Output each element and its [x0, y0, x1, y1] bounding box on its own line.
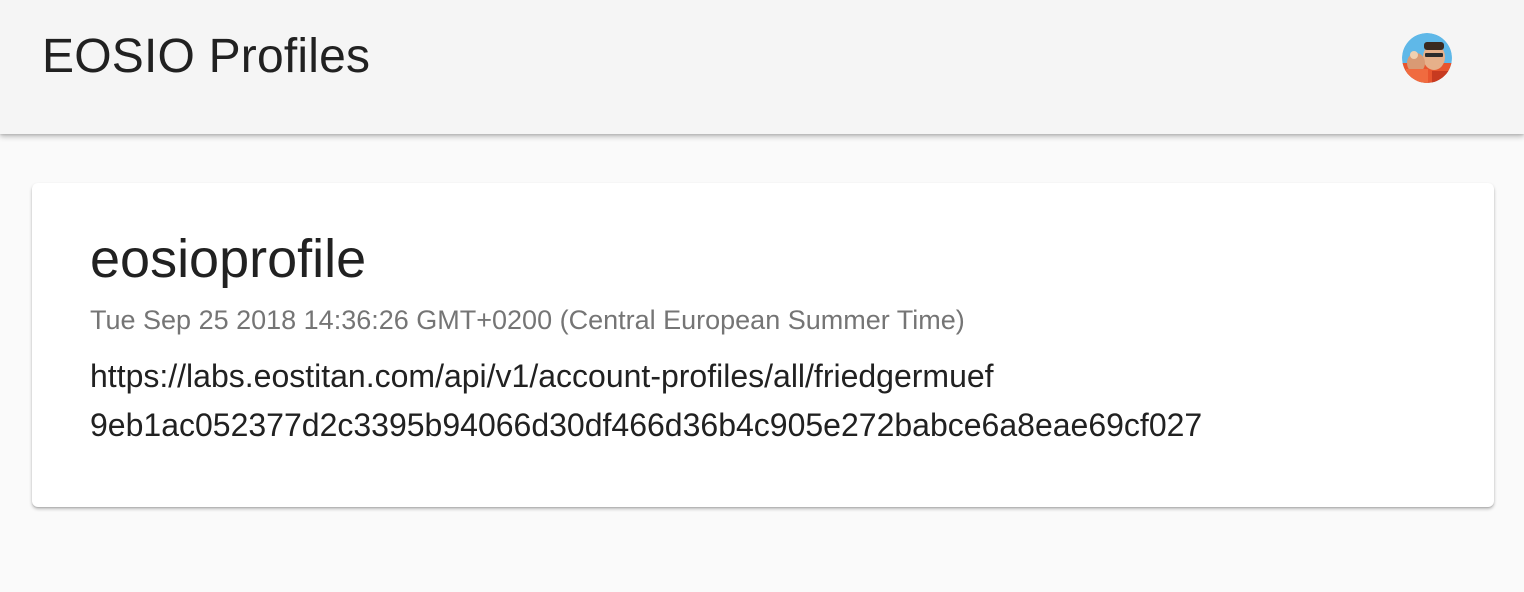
app-bar: EOSIO Profiles [0, 0, 1524, 134]
profile-card: eosioprofile Tue Sep 25 2018 14:36:26 GM… [32, 183, 1494, 507]
profile-date: Tue Sep 25 2018 14:36:26 GMT+0200 (Centr… [90, 305, 965, 335]
user-avatar-icon [1402, 33, 1452, 83]
app-title: EOSIO Profiles [42, 30, 371, 83]
avatar[interactable] [1402, 33, 1452, 83]
profile-url-link[interactable]: https://labs.eostitan.com/api/v1/account… [90, 356, 994, 396]
profile-name: eosioprofile [90, 229, 367, 289]
profile-hash: 9eb1ac052377d2c3395b94066d30df466d36b4c9… [90, 407, 1203, 443]
